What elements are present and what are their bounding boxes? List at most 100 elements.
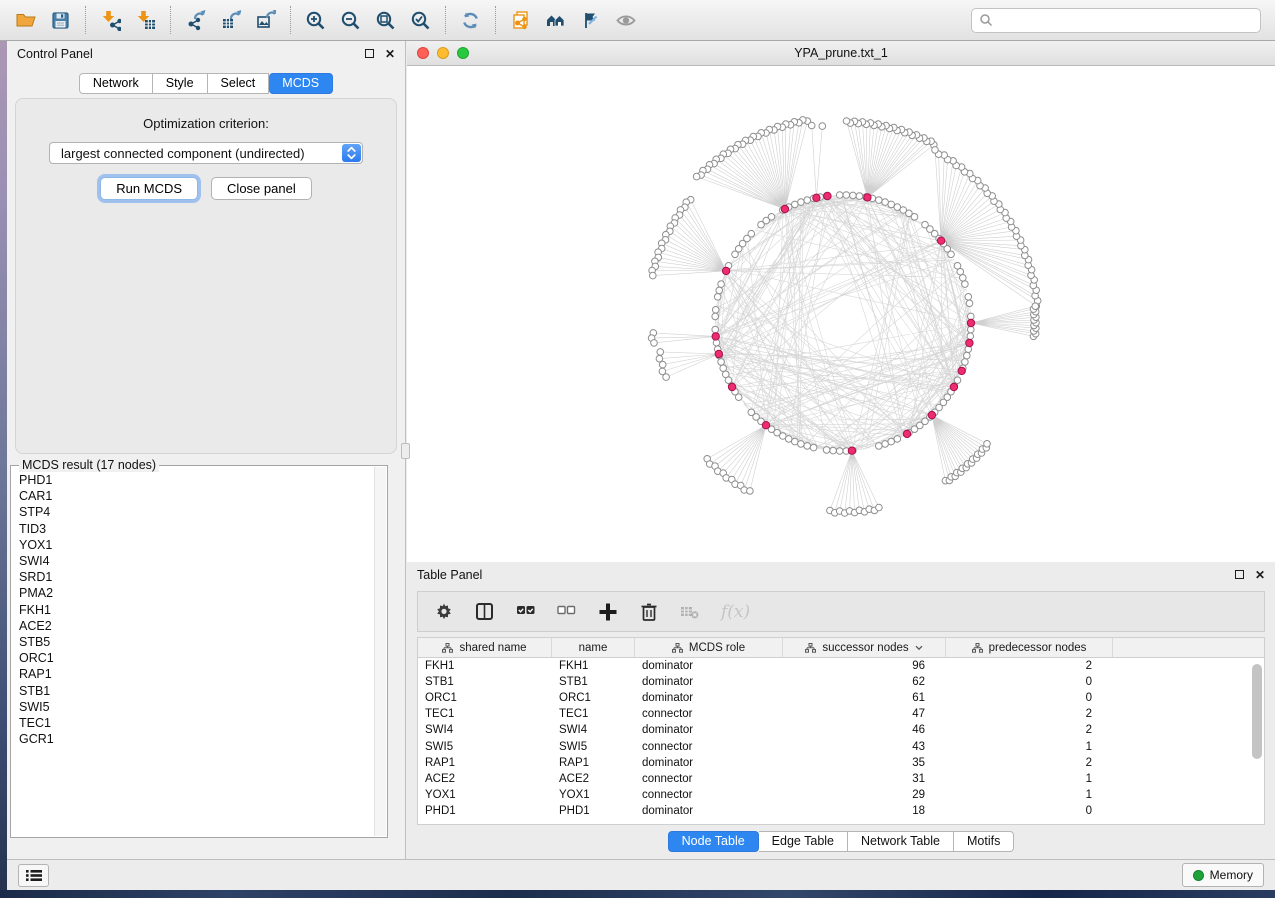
column-layout-button[interactable] <box>475 602 495 622</box>
column-header-shared-name[interactable]: shared name <box>418 638 552 657</box>
network-graph[interactable] <box>407 66 1275 562</box>
tab-mcds[interactable]: MCDS <box>269 73 333 94</box>
ring-node[interactable] <box>850 192 857 199</box>
window-minimize-icon[interactable] <box>437 47 449 59</box>
ring-node[interactable] <box>843 192 850 199</box>
ring-node[interactable] <box>965 294 972 301</box>
result-node-item[interactable]: CAR1 <box>19 488 373 504</box>
deselect-all-button[interactable] <box>557 602 577 622</box>
result-node-item[interactable]: YOX1 <box>19 537 373 553</box>
add-column-button[interactable] <box>598 602 618 622</box>
window-zoom-icon[interactable] <box>457 47 469 59</box>
zoom-fit-button[interactable] <box>368 4 403 36</box>
satellite-node[interactable] <box>747 488 754 495</box>
criterion-select[interactable]: largest connected component (undirected) <box>49 142 363 164</box>
mcds-hub-node[interactable] <box>937 237 944 244</box>
satellite-node[interactable] <box>808 122 815 129</box>
ring-node[interactable] <box>876 443 883 450</box>
zoom-out-button[interactable] <box>333 4 368 36</box>
ring-node[interactable] <box>888 438 895 445</box>
mcds-hub-node[interactable] <box>966 339 973 346</box>
result-node-item[interactable]: SWI5 <box>19 699 373 715</box>
table-scrollbar-thumb[interactable] <box>1252 664 1262 759</box>
ring-node[interactable] <box>968 313 975 320</box>
delete-column-button[interactable] <box>639 602 659 622</box>
open-session-button[interactable] <box>8 4 43 36</box>
ring-node[interactable] <box>716 287 723 294</box>
zoom-selected-button[interactable] <box>403 4 438 36</box>
ring-node[interactable] <box>823 447 830 454</box>
ring-node[interactable] <box>804 443 811 450</box>
ring-node[interactable] <box>967 333 974 340</box>
zoom-in-button[interactable] <box>298 4 333 36</box>
ring-node[interactable] <box>718 359 725 366</box>
ring-node[interactable] <box>712 313 719 320</box>
mcds-hub-node[interactable] <box>967 319 974 326</box>
ring-node[interactable] <box>718 281 725 288</box>
select-all-button[interactable] <box>516 602 536 622</box>
mcds-hub-node[interactable] <box>813 194 820 201</box>
float-table-panel-icon[interactable] <box>1235 570 1244 579</box>
column-header-MCDS-role[interactable]: MCDS role <box>635 638 783 657</box>
result-node-item[interactable]: FKH1 <box>19 602 373 618</box>
ring-node[interactable] <box>876 197 883 204</box>
refresh-button[interactable] <box>453 4 488 36</box>
result-node-item[interactable]: GCR1 <box>19 731 373 747</box>
memory-button[interactable]: Memory <box>1182 863 1264 887</box>
close-table-panel-icon[interactable]: ✕ <box>1255 568 1265 582</box>
mcds-hub-node[interactable] <box>903 430 910 437</box>
ring-node[interactable] <box>962 359 969 366</box>
ring-node[interactable] <box>964 352 971 359</box>
result-node-item[interactable]: STB5 <box>19 634 373 650</box>
mcds-hub-node[interactable] <box>928 411 935 418</box>
column-header-successor-nodes[interactable]: successor nodes <box>783 638 946 657</box>
ring-node[interactable] <box>712 326 719 333</box>
result-node-item[interactable]: PHD1 <box>19 472 373 488</box>
ring-node[interactable] <box>968 326 975 333</box>
result-node-item[interactable]: STB1 <box>19 683 373 699</box>
satellite-node[interactable] <box>659 361 666 368</box>
tab-network-table[interactable]: Network Table <box>848 831 954 852</box>
table-row[interactable]: TEC1TEC1connector472 <box>418 706 1264 722</box>
satellite-node[interactable] <box>651 340 658 347</box>
task-history-button[interactable] <box>18 864 49 887</box>
ring-node[interactable] <box>922 221 929 228</box>
network-window-titlebar[interactable]: YPA_prune.txt_1 <box>407 41 1275 66</box>
tab-node-table[interactable]: Node Table <box>668 831 759 852</box>
table-row[interactable]: PHD1PHD1dominator180 <box>418 803 1264 819</box>
mcds-hub-node[interactable] <box>712 333 719 340</box>
ring-node[interactable] <box>836 448 843 455</box>
column-header-name[interactable]: name <box>552 638 635 657</box>
ring-node[interactable] <box>856 193 863 200</box>
table-row[interactable]: RAP1RAP1dominator352 <box>418 755 1264 771</box>
tab-network[interactable]: Network <box>79 73 153 94</box>
export-image-button[interactable] <box>248 4 283 36</box>
table-row[interactable]: ORC1ORC1dominator610 <box>418 690 1264 706</box>
satellite-node[interactable] <box>932 147 939 154</box>
close-panel-icon[interactable]: ✕ <box>385 47 395 61</box>
tab-select[interactable]: Select <box>208 73 270 94</box>
mcds-hub-node[interactable] <box>781 205 788 212</box>
search-input[interactable] <box>993 13 1253 27</box>
ring-node[interactable] <box>894 204 901 211</box>
ring-node[interactable] <box>735 394 742 401</box>
mcds-hub-node[interactable] <box>728 383 735 390</box>
mcds-hub-node[interactable] <box>848 447 855 454</box>
mcds-hub-node[interactable] <box>824 192 831 199</box>
result-node-item[interactable]: ACE2 <box>19 618 373 634</box>
ring-node[interactable] <box>792 201 799 208</box>
new-network-from-selection-button[interactable] <box>503 4 538 36</box>
table-row[interactable]: FKH1FKH1dominator962 <box>418 658 1264 674</box>
ring-node[interactable] <box>804 197 811 204</box>
first-neighbors-button[interactable] <box>538 4 573 36</box>
network-canvas[interactable] <box>407 66 1275 562</box>
mcds-hub-node[interactable] <box>762 422 769 429</box>
ring-node[interactable] <box>894 436 901 443</box>
ring-node[interactable] <box>712 307 719 314</box>
annotation-flag-button[interactable] <box>573 4 608 36</box>
export-table-button[interactable] <box>213 4 248 36</box>
result-node-item[interactable]: TID3 <box>19 521 373 537</box>
result-node-item[interactable]: STP4 <box>19 504 373 520</box>
run-mcds-button[interactable]: Run MCDS <box>100 177 198 200</box>
satellite-node[interactable] <box>843 118 850 125</box>
